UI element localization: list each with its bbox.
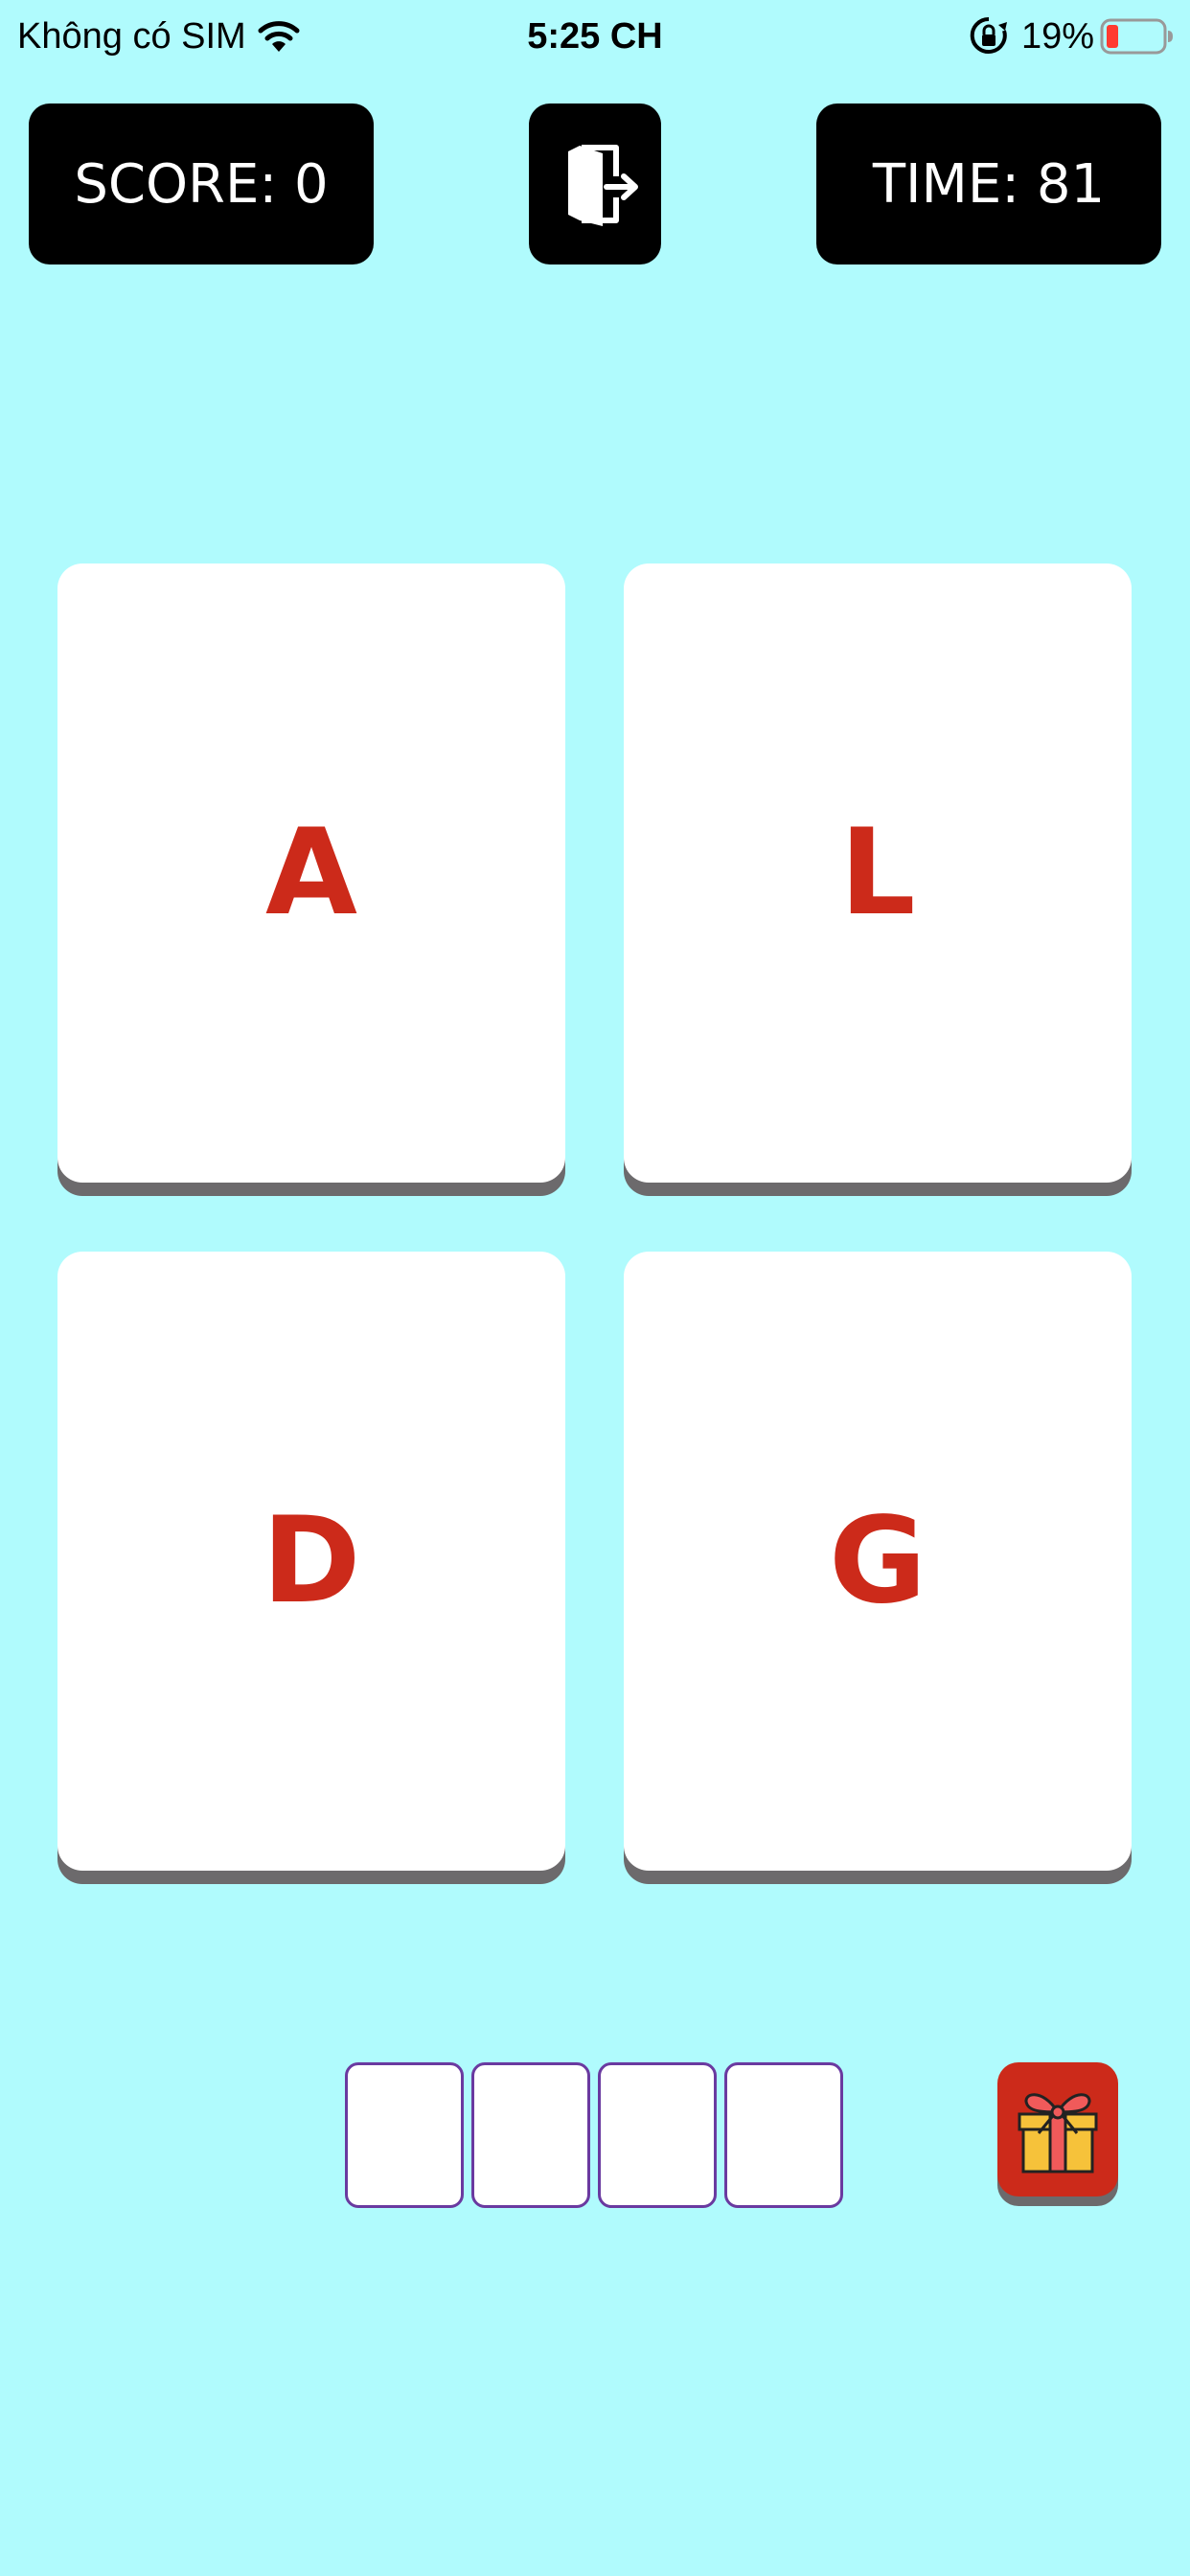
- letter-card[interactable]: G: [624, 1252, 1132, 1871]
- time-label: TIME: 81: [872, 152, 1106, 216]
- exit-button[interactable]: [529, 104, 661, 264]
- status-bar: Không có SIM 5:25 CH 19%: [0, 0, 1190, 73]
- lock-rotation-icon: [970, 16, 1007, 54]
- card-letter: G: [829, 1492, 927, 1630]
- battery-percent: 19%: [1021, 16, 1095, 57]
- answer-slot[interactable]: [471, 2062, 590, 2208]
- gift-icon: [1018, 2093, 1098, 2174]
- score-display: SCORE: 0: [29, 104, 374, 264]
- answer-slot[interactable]: [345, 2062, 464, 2208]
- card-letter: A: [265, 804, 357, 942]
- status-time: 5:25 CH: [527, 16, 663, 57]
- answer-slot[interactable]: [598, 2062, 717, 2208]
- time-display: TIME: 81: [816, 104, 1161, 264]
- score-label: SCORE: 0: [74, 152, 329, 216]
- exit-door-icon: [568, 145, 638, 226]
- letter-card[interactable]: D: [57, 1252, 565, 1871]
- answer-slots: [345, 2062, 843, 2208]
- answer-slot[interactable]: [724, 2062, 843, 2208]
- gift-button[interactable]: [997, 2062, 1118, 2196]
- card-letter: L: [839, 804, 916, 942]
- card-letter: D: [262, 1492, 361, 1630]
- letter-card[interactable]: L: [624, 564, 1132, 1183]
- battery-icon: [1100, 18, 1173, 55]
- letter-card[interactable]: A: [57, 564, 565, 1183]
